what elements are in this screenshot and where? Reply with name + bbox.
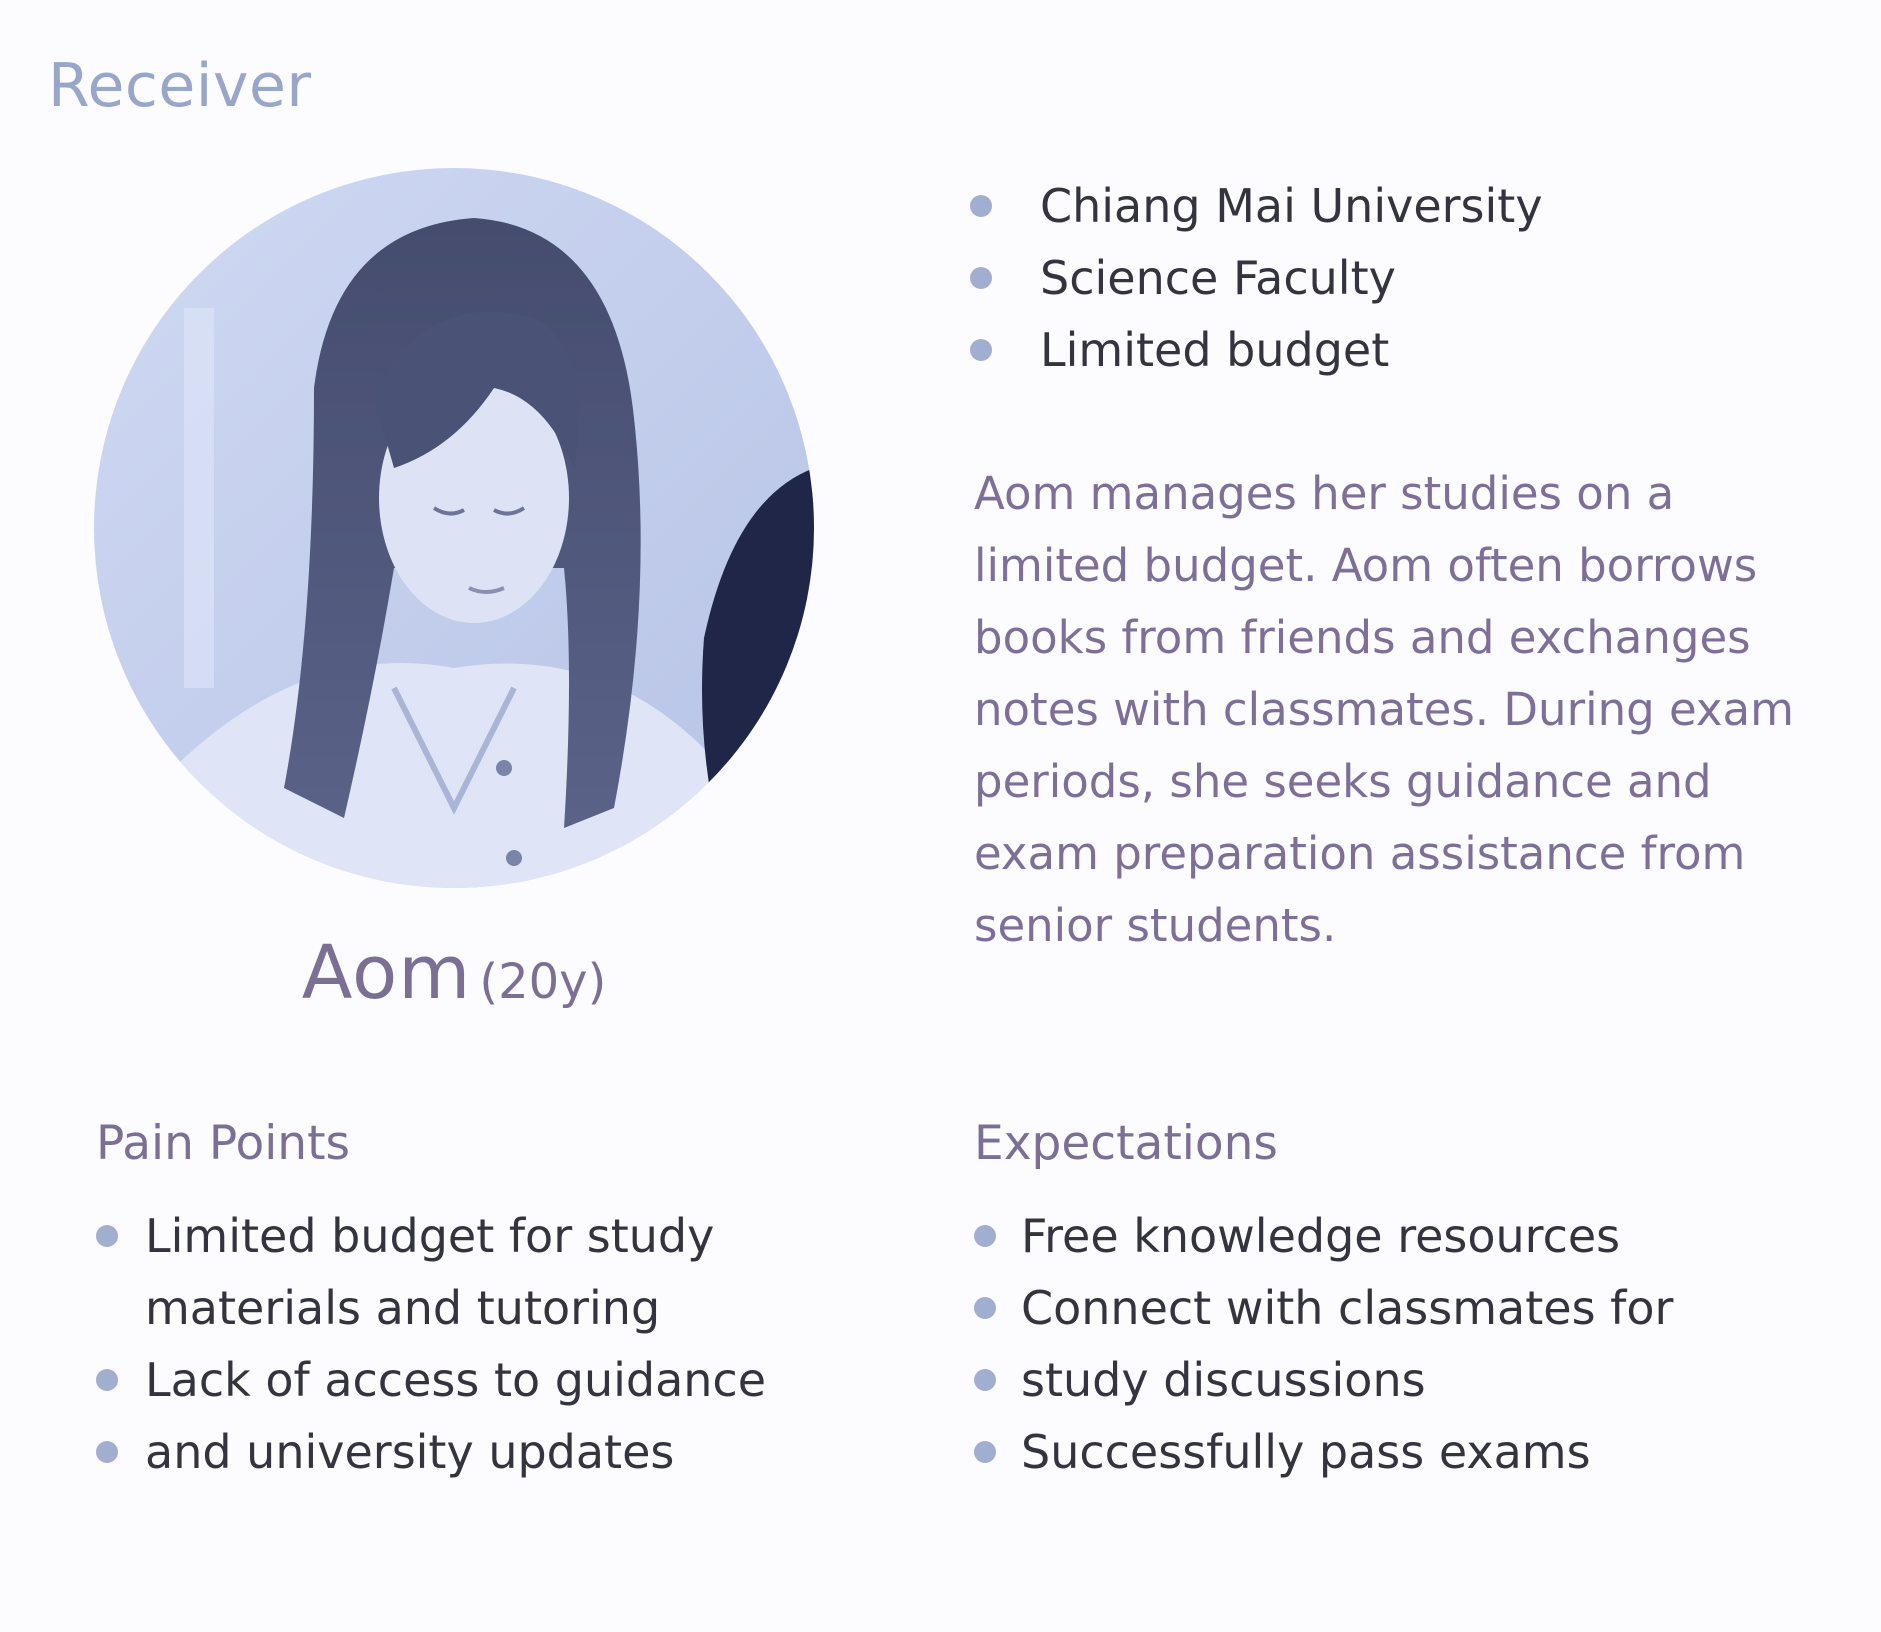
list-item: Chiang Mai University [970,170,1543,242]
list-item: study discussions [974,1344,1673,1416]
pain-points-title: Pain Points [96,1116,351,1171]
page-title: Receiver [48,51,312,121]
list-item: Science Faculty [970,242,1543,314]
list-item: Free knowledge resources [974,1200,1673,1272]
bullet-icon [970,195,992,217]
list-item: Successfully pass exams [974,1416,1673,1488]
bullet-icon [974,1297,996,1319]
bullet-icon [96,1225,118,1247]
bullet-icon [974,1369,996,1391]
bullet-icon [970,339,992,361]
bullet-icon [970,267,992,289]
bullet-icon [974,1225,996,1247]
avatar [94,168,814,888]
bullet-icon [96,1369,118,1391]
person-photo-icon [94,168,814,888]
profile-name-line: Aom (20y) [94,930,814,1016]
list-item: Connect with classmates for [974,1272,1673,1344]
expectations-title: Expectations [974,1116,1278,1171]
facts-list: Chiang Mai University Science Faculty Li… [970,170,1543,386]
list-item: and university updates [96,1416,766,1488]
list-item: Limited budget for study materials and t… [96,1200,766,1344]
profile-name: Aom [301,930,472,1016]
list-item: Lack of access to guidance [96,1344,766,1416]
list-item: Limited budget [970,314,1543,386]
description: Aom manages her studies on a limited bud… [974,467,1794,952]
bullet-icon [96,1441,118,1463]
pain-points-list: Limited budget for study materials and t… [96,1200,766,1488]
expectations-list: Free knowledge resources Connect with cl… [974,1200,1673,1488]
profile-age: (20y) [479,954,607,1010]
bullet-icon [974,1441,996,1463]
